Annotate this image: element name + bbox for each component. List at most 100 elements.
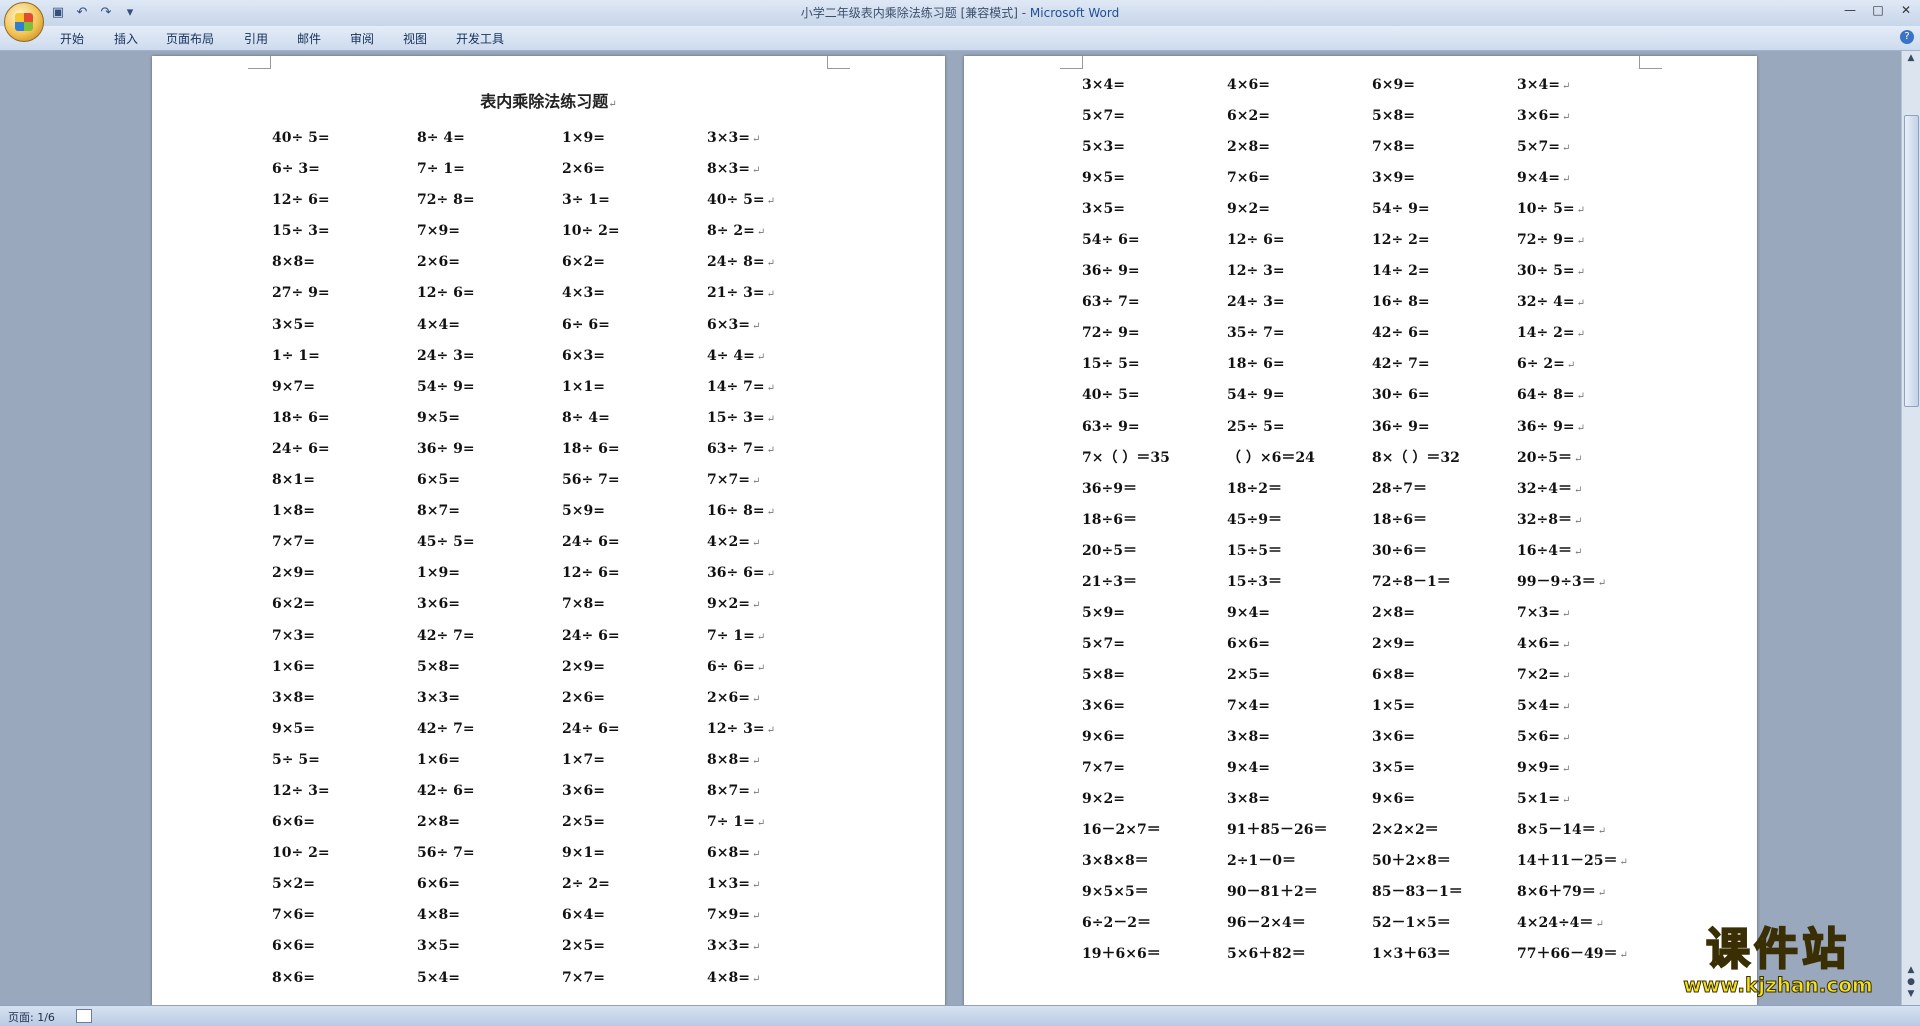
page-title: 表内乘除法练习题↵ — [152, 88, 945, 112]
exercise-cell: 6×2= — [562, 247, 707, 278]
exercise-cell: 6×8= — [1372, 660, 1517, 691]
scroll-thumb[interactable] — [1904, 115, 1919, 407]
exercise-text: 4×24÷4＝ — [1517, 915, 1594, 932]
exercise-cell: 6÷ 3= — [272, 154, 417, 185]
exercise-cell: 6÷ 6= ↵ — [707, 652, 852, 683]
exercise-cell: 5×1= ↵ — [1517, 784, 1662, 815]
scroll-up-icon[interactable]: ▲ — [1902, 53, 1920, 63]
paragraph-mark: ↵ — [1561, 670, 1571, 682]
exercise-text: 63÷ 7= — [1082, 294, 1140, 311]
exercise-text: 14＋11－25＝ — [1517, 853, 1618, 870]
exercise-text: 6×2= — [562, 254, 605, 271]
exercise-text: 9×9= — [1517, 760, 1560, 777]
exercise-cell: 5×8= — [1082, 660, 1227, 691]
exercise-text: 3×6= — [1517, 108, 1560, 125]
tab-home[interactable]: 开始 — [60, 30, 84, 47]
browse-object-icon[interactable]: ● — [1902, 977, 1920, 987]
exercise-text: 42÷ 7= — [1372, 356, 1430, 373]
exercise-cell: 54÷ 9= — [1227, 380, 1372, 411]
page-count[interactable]: 页面: 1/6 — [8, 1009, 55, 1025]
vertical-scrollbar[interactable]: ▲ ▲ ● ▼ — [1901, 51, 1920, 1005]
exercise-cell: 20÷5＝ — [1082, 536, 1227, 567]
tab-developer[interactable]: 开发工具 — [456, 30, 504, 47]
office-button[interactable] — [4, 2, 44, 42]
exercise-text: 9×5= — [417, 409, 460, 426]
exercise-grid-right: 3×4= 4×6= 6×9= 3×4= ↵ 5×7= 6×2= 5×8= 3×6= ↵ 5×3= 2×… — [1082, 70, 1662, 970]
paragraph-mark: ↵ — [751, 538, 761, 550]
exercise-cell: 8×6＋79＝ ↵ — [1517, 877, 1662, 908]
exercise-cell: 7×2= ↵ — [1517, 660, 1662, 691]
exercise-text: 7×7= — [272, 534, 315, 551]
paragraph-mark: ↵ — [1576, 391, 1585, 403]
exercise-text: 24÷ 8= — [707, 254, 765, 271]
exercise-text: 5×8= — [417, 658, 460, 675]
tab-review[interactable]: 审阅 — [350, 30, 374, 47]
exercise-text: 4×4= — [417, 316, 460, 333]
exercise-text: 12÷ 6= — [1227, 232, 1285, 249]
exercise-cell: 5×6＋82＝ — [1227, 939, 1372, 970]
exercise-cell: 24÷ 3= — [1227, 287, 1372, 318]
exercise-cell: 15÷3＝ — [1227, 567, 1372, 598]
exercise-cell: 7×7= — [1082, 753, 1227, 784]
exercise-cell: 7÷ 1= ↵ — [707, 621, 852, 652]
exercise-text: 2×9= — [562, 658, 605, 675]
tab-view[interactable]: 视图 — [403, 30, 427, 47]
exercise-text: 72÷ 8= — [417, 192, 475, 209]
exercise-text: 12÷ 3= — [707, 720, 765, 737]
help-icon[interactable]: ? — [1900, 30, 1914, 44]
exercise-text: 21÷ 3= — [707, 285, 765, 302]
exercise-text: 10÷ 5= — [1517, 201, 1575, 218]
exercise-text: 7×9= — [707, 907, 750, 924]
tab-mailings[interactable]: 邮件 — [297, 30, 321, 47]
paragraph-mark: ↵ — [751, 849, 761, 861]
exercise-cell: 6×2= — [272, 589, 417, 620]
exercise-text: 28÷7＝ — [1372, 480, 1427, 497]
exercise-text: 6×6= — [272, 814, 315, 831]
exercise-text: 2×8= — [417, 814, 460, 831]
exercise-cell: 24÷ 3= — [417, 341, 562, 372]
exercise-cell: 63÷ 9= — [1082, 412, 1227, 443]
exercise-text: 1×9= — [417, 565, 460, 582]
exercise-text: 8×6= — [272, 969, 315, 986]
tab-references[interactable]: 引用 — [244, 30, 268, 47]
exercise-text: 99－9÷3＝ — [1517, 573, 1596, 590]
paragraph-mark: ↵ — [1573, 484, 1583, 496]
proofing-icon[interactable] — [76, 1009, 92, 1023]
exercise-cell: 12÷ 6= — [272, 185, 417, 216]
exercise-text: 18÷6＝ — [1372, 511, 1427, 528]
tab-page-layout[interactable]: 页面布局 — [166, 30, 214, 47]
exercise-cell: 10÷ 5= ↵ — [1517, 194, 1662, 225]
exercise-cell: 16－2×7＝ — [1082, 815, 1227, 846]
next-page-icon[interactable]: ▼ — [1902, 989, 1920, 999]
exercise-cell: 36÷ 6= ↵ — [707, 558, 852, 589]
exercise-cell: 5×8= — [1372, 101, 1517, 132]
exercise-cell: 14÷ 7= ↵ — [707, 372, 852, 403]
exercise-text: 6÷ 2= — [1517, 356, 1565, 373]
minimize-button[interactable]: — — [1836, 0, 1864, 20]
exercise-cell: 3×6= — [417, 589, 562, 620]
maximize-button[interactable]: □ — [1864, 0, 1892, 20]
previous-page-icon[interactable]: ▲ — [1902, 965, 1920, 975]
exercise-cell: 4×2= ↵ — [707, 527, 852, 558]
exercise-text: 7×7= — [707, 472, 750, 489]
exercise-cell: 72÷8－1＝ — [1372, 567, 1517, 598]
page-title-text: 表内乘除法练习题 — [480, 92, 609, 111]
exercise-text: 36÷ 9= — [1082, 263, 1140, 280]
exercise-cell: 54÷ 9= — [1372, 194, 1517, 225]
exercise-cell: 3×6= — [1082, 691, 1227, 722]
exercise-text: 9×5×5＝ — [1082, 884, 1149, 901]
exercise-cell: 9×2= — [1227, 194, 1372, 225]
exercise-cell: 2×6= — [417, 247, 562, 278]
exercise-cell: 1×6= — [417, 745, 562, 776]
tab-insert[interactable]: 插入 — [114, 30, 138, 47]
close-button[interactable]: ✕ — [1892, 0, 1920, 20]
exercise-cell: 6×2= — [1227, 101, 1372, 132]
exercise-text: 16－2×7＝ — [1082, 822, 1161, 839]
exercise-cell: 4×8= ↵ — [707, 963, 852, 994]
exercise-cell: 7×7= — [562, 963, 707, 994]
exercise-cell: 96－2×4＝ — [1227, 908, 1372, 939]
exercise-text: 5×4= — [1517, 697, 1560, 714]
exercise-cell: 6×4= — [562, 900, 707, 931]
paragraph-mark: ↵ — [1576, 205, 1585, 217]
exercise-cell: 3×5= — [272, 310, 417, 341]
